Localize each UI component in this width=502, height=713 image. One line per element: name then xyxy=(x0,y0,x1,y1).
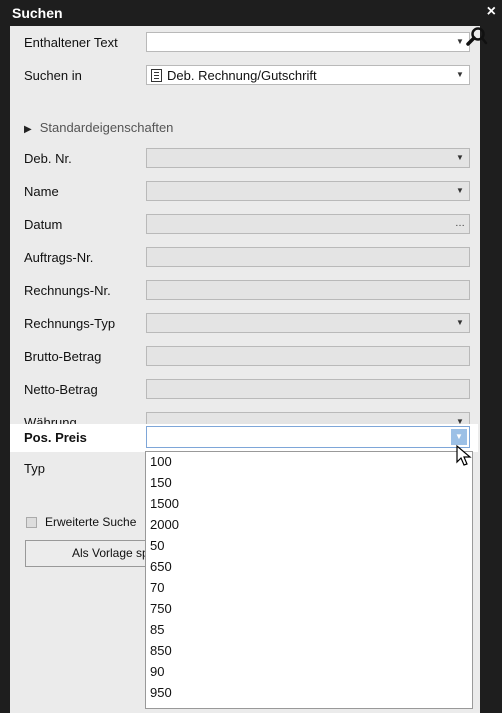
field-row-name: Name ▼ xyxy=(10,175,480,208)
dropdown-option[interactable]: 90 xyxy=(150,664,164,679)
field-row-auftrags-nr: Auftrags-Nr. xyxy=(10,241,480,274)
field-row-rechnungs-nr: Rechnungs-Nr. xyxy=(10,274,480,307)
dropdown-option[interactable]: 150 xyxy=(150,475,172,490)
field-label: Auftrags-Nr. xyxy=(24,250,94,265)
contained-text-label: Enthaltener Text xyxy=(24,35,118,50)
search-in-label: Suchen in xyxy=(24,68,82,83)
section-label: Standardeigenschaften xyxy=(39,120,174,135)
dropdown-option[interactable]: 850 xyxy=(150,643,172,658)
search-icon[interactable] xyxy=(465,24,489,48)
field-label: Datum xyxy=(24,217,63,232)
window-title: Suchen xyxy=(12,5,63,21)
pos-preis-dropdown-list: 100 150 1500 2000 50 650 70 750 85 850 90 950 xyxy=(145,451,473,709)
search-in-row: Suchen in Deb. Rechnung/Gutschrift ▼ xyxy=(10,59,480,92)
dropdown-option[interactable]: 100 xyxy=(150,454,172,469)
dropdown-arrow-icon[interactable]: ▼ xyxy=(453,68,467,82)
field-row-deb-nr: Deb. Nr. ▼ xyxy=(10,142,480,175)
dropdown-option[interactable]: 50 xyxy=(150,538,164,553)
field-label: Deb. Nr. xyxy=(24,151,72,166)
search-in-value: Deb. Rechnung/Gutschrift xyxy=(167,68,317,83)
typ-label: Typ xyxy=(24,461,45,476)
title-bar: Suchen × xyxy=(0,0,502,26)
pos-preis-label: Pos. Preis xyxy=(24,430,87,445)
dropdown-arrow-icon[interactable]: ▼ xyxy=(453,151,467,165)
expand-triangle-icon: ▶ xyxy=(24,124,32,135)
field-label: Rechnungs-Nr. xyxy=(24,283,111,298)
field-row-datum: Datum … xyxy=(10,208,480,241)
dropdown-arrow-icon[interactable]: ▼ xyxy=(451,429,467,445)
field-label: Brutto-Betrag xyxy=(24,349,102,364)
field-input-rechnungs-typ[interactable]: ▼ xyxy=(146,313,470,333)
field-input-brutto-betrag[interactable] xyxy=(146,346,470,366)
dropdown-option[interactable]: 70 xyxy=(150,580,164,595)
contained-text-row: Enthaltener Text ▼ xyxy=(10,26,480,59)
field-row-rechnungs-typ: Rechnungs-Typ ▼ xyxy=(10,307,480,340)
dropdown-arrow-icon[interactable]: ▼ xyxy=(453,184,467,198)
dropdown-option[interactable]: 750 xyxy=(150,601,172,616)
field-input-datum[interactable]: … xyxy=(146,214,470,234)
dropdown-option[interactable]: 85 xyxy=(150,622,164,637)
dropdown-option[interactable]: 2000 xyxy=(150,517,179,532)
field-label: Netto-Betrag xyxy=(24,382,98,397)
search-in-select[interactable]: Deb. Rechnung/Gutschrift ▼ xyxy=(146,65,470,85)
document-icon xyxy=(151,69,162,82)
contained-text-input[interactable]: ▼ xyxy=(146,32,470,52)
dropdown-option[interactable]: 1500 xyxy=(150,496,179,511)
field-label: Rechnungs-Typ xyxy=(24,316,116,331)
standard-properties-toggle[interactable]: ▶ Standardeigenschaften xyxy=(24,120,173,135)
mouse-cursor-icon xyxy=(456,444,472,466)
field-label: Name xyxy=(24,184,59,199)
pos-preis-row: Pos. Preis ▼ xyxy=(10,424,478,452)
field-input-name[interactable]: ▼ xyxy=(146,181,470,201)
pos-preis-input[interactable]: ▼ xyxy=(146,426,470,448)
checkbox-box[interactable] xyxy=(26,517,37,529)
ellipsis-button[interactable]: … xyxy=(454,216,466,232)
dropdown-option[interactable]: 950 xyxy=(150,685,172,700)
field-input-auftrags-nr[interactable] xyxy=(146,247,470,267)
extended-search-checkbox[interactable]: Erweiterte Suche xyxy=(26,515,136,529)
field-input-deb-nr[interactable]: ▼ xyxy=(146,148,470,168)
field-row-brutto-betrag: Brutto-Betrag xyxy=(10,340,480,373)
dropdown-arrow-icon[interactable]: ▼ xyxy=(453,316,467,330)
dropdown-option[interactable]: 650 xyxy=(150,559,172,574)
field-row-netto-betrag: Netto-Betrag xyxy=(10,373,480,406)
close-button[interactable]: × xyxy=(487,3,496,21)
field-input-netto-betrag[interactable] xyxy=(146,379,470,399)
field-input-rechnungs-nr[interactable] xyxy=(146,280,470,300)
extended-search-label: Erweiterte Suche xyxy=(45,515,137,529)
